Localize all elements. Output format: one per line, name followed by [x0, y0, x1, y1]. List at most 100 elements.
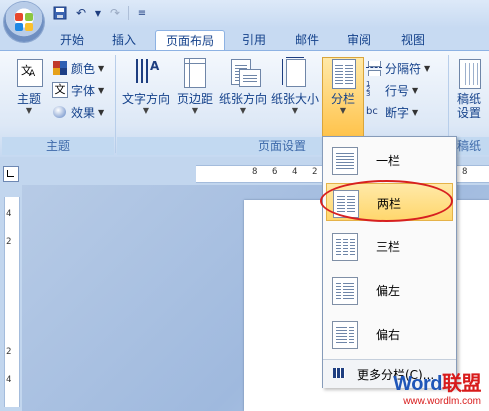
columns-option-one[interactable]: 一栏	[326, 141, 453, 179]
chevron-down-icon: ▼	[239, 106, 247, 115]
tab-review[interactable]: 审阅	[337, 30, 381, 50]
margins-label: 页边距	[176, 92, 213, 106]
effects-button[interactable]: 效果 ▼	[52, 103, 104, 121]
fonts-icon: 文	[52, 82, 68, 98]
line-numbers-label: 行号	[385, 83, 410, 98]
ribbon-tabs: 开始 插入 页面布局 引用 邮件 审阅 视图	[0, 28, 489, 51]
size-icon	[281, 57, 309, 89]
vertical-ruler[interactable]: 4 2 2 4	[0, 185, 22, 411]
columns-option-right[interactable]: 偏右	[326, 315, 453, 353]
more-columns-icon	[333, 368, 345, 378]
chevron-down-icon: ▼	[98, 85, 105, 95]
effects-label: 效果	[71, 105, 96, 120]
columns-dropdown: 一栏 两栏 三栏 偏左 偏右 更多分栏(C)...	[322, 136, 457, 388]
paper-settings-label: 稿纸 设置	[451, 92, 487, 120]
tab-home[interactable]: 开始	[50, 30, 94, 50]
hyphenation-button[interactable]: bc 断字 ▼	[366, 103, 418, 121]
columns-button[interactable]: 分栏 ▼	[322, 57, 364, 116]
columns-icon	[329, 57, 357, 89]
ruler-number: 8	[462, 167, 468, 177]
size-button[interactable]: 纸张大小 ▼	[269, 57, 321, 116]
undo-dropdown-icon[interactable]: ▼	[94, 5, 102, 21]
group-separator	[115, 55, 116, 153]
chevron-down-icon: ▼	[98, 107, 105, 117]
tab-selector-icon[interactable]	[3, 166, 19, 182]
hyphenation-icon: bc	[366, 106, 378, 117]
fonts-button[interactable]: 文 字体 ▼	[52, 81, 104, 99]
ruler-number: 4	[292, 167, 298, 177]
line-numbers-icon: 123	[366, 80, 371, 98]
site-watermark: Word联盟 www.wordlm.com	[393, 367, 481, 407]
chevron-down-icon: ▼	[412, 107, 419, 117]
orientation-button[interactable]: 纸张方向 ▼	[217, 57, 269, 116]
ruler-number: 2	[6, 237, 12, 247]
chevron-down-icon: ▼	[412, 85, 419, 95]
chevron-down-icon: ▼	[191, 106, 199, 115]
quick-access-toolbar: ↶ ▼ ↷ ≡	[52, 5, 150, 21]
text-direction-label: 文字方向	[121, 92, 170, 106]
breaks-label: 分隔符	[385, 61, 422, 76]
chevron-down-icon: ▼	[98, 63, 105, 73]
tab-view[interactable]: 视图	[391, 30, 435, 50]
themes-label: 主题	[16, 92, 41, 106]
hyphenation-label: 断字	[385, 105, 410, 120]
chevron-down-icon: ▼	[424, 63, 431, 73]
chevron-down-icon: ▼	[339, 106, 347, 115]
colors-icon	[52, 60, 68, 76]
columns-option-label: 三栏	[376, 240, 401, 254]
effects-icon	[52, 104, 68, 120]
chevron-down-icon: ▼	[25, 106, 33, 115]
columns-option-label: 偏左	[376, 284, 401, 298]
right-column-icon	[332, 321, 358, 349]
columns-option-left[interactable]: 偏左	[326, 271, 453, 309]
text-direction-icon: A	[132, 57, 160, 89]
columns-option-three[interactable]: 三栏	[326, 227, 453, 265]
tab-mailings[interactable]: 邮件	[285, 30, 329, 50]
chevron-down-icon: ▼	[291, 106, 299, 115]
tab-insert[interactable]: 插入	[102, 30, 146, 50]
toolbar-separator	[128, 6, 129, 20]
office-logo-icon	[15, 13, 33, 31]
columns-option-label: 偏右	[376, 328, 401, 342]
themes-icon: 文 A	[15, 57, 43, 89]
selection-highlight-ellipse	[320, 180, 453, 222]
watermark-url: www.wordlm.com	[403, 396, 481, 407]
size-label: 纸张大小	[270, 92, 319, 106]
margins-button[interactable]: 页边距 ▼	[174, 57, 216, 116]
tab-page-layout[interactable]: 页面布局	[155, 30, 225, 51]
colors-button[interactable]: 颜色 ▼	[52, 59, 104, 77]
one-column-icon	[332, 147, 358, 175]
themes-button[interactable]: 文 A 主题 ▼	[8, 57, 50, 116]
columns-label: 分栏	[330, 92, 355, 106]
breaks-icon	[366, 60, 382, 76]
paper-settings-icon	[455, 57, 483, 89]
three-columns-icon	[332, 233, 358, 261]
group-label-theme: 主题	[2, 137, 114, 155]
line-numbers-button[interactable]: 123 行号 ▼	[366, 81, 418, 99]
ruler-number: 8	[252, 167, 258, 177]
ruler-number: 6	[272, 167, 278, 177]
ruler-number: 4	[6, 375, 12, 385]
margins-icon	[181, 57, 209, 89]
fonts-label: 字体	[71, 83, 96, 98]
redo-icon[interactable]: ↷	[107, 5, 123, 21]
orientation-icon	[229, 57, 261, 89]
ruler-number: 4	[6, 209, 12, 219]
paper-settings-button[interactable]: 稿纸 设置	[451, 57, 487, 120]
tab-references[interactable]: 引用	[232, 30, 276, 50]
colors-label: 颜色	[71, 61, 96, 76]
paper-settings-line1: 稿纸	[456, 92, 481, 106]
paper-settings-line2: 设置	[456, 106, 481, 120]
breaks-button[interactable]: 分隔符 ▼	[366, 59, 430, 77]
chevron-down-icon: ▼	[142, 106, 150, 115]
customize-toolbar-icon[interactable]: ≡	[134, 5, 150, 21]
watermark-brand: Word联盟	[393, 373, 481, 395]
left-column-icon	[332, 277, 358, 305]
text-direction-button[interactable]: A 文字方向 ▼	[118, 57, 174, 116]
orientation-label: 纸张方向	[218, 92, 267, 106]
ruler-number: 2	[312, 167, 318, 177]
office-button[interactable]	[4, 2, 44, 42]
save-icon[interactable]	[52, 5, 68, 21]
undo-icon[interactable]: ↶	[73, 5, 89, 21]
columns-option-label: 一栏	[376, 154, 401, 168]
